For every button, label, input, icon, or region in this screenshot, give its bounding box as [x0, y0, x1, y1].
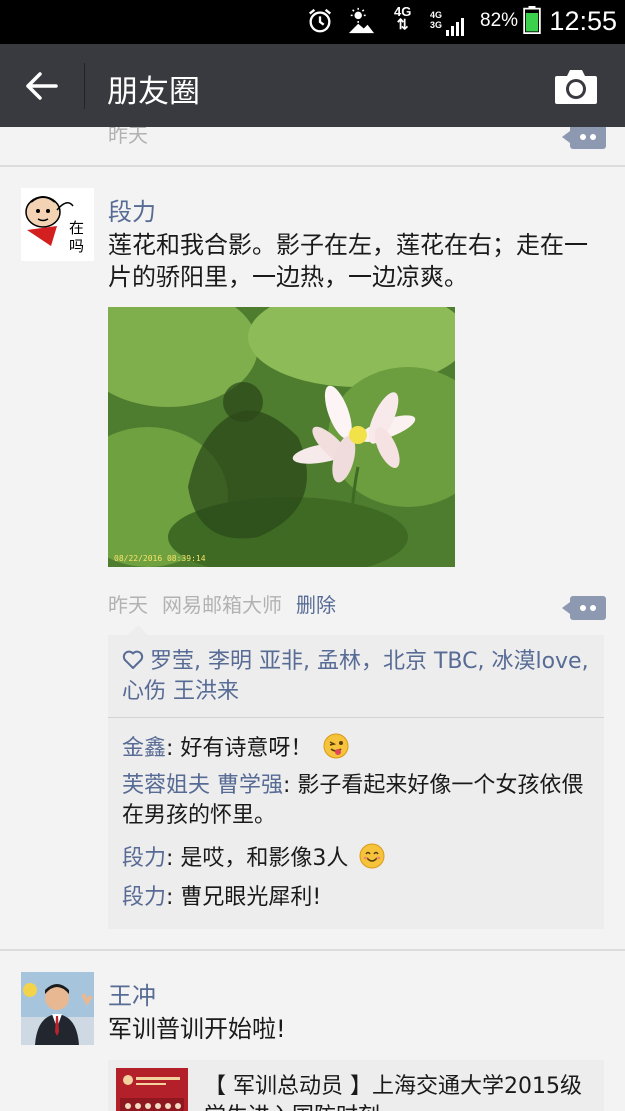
author-name[interactable]: 段力: [108, 192, 156, 227]
top-navigation-bar: 朋友圈: [0, 44, 625, 127]
post-separator: [0, 949, 625, 951]
tongue-out-emoji-icon: [323, 733, 349, 759]
comment-button[interactable]: [562, 596, 606, 620]
link-thumbnail-image: [116, 1068, 188, 1111]
shared-link-card[interactable]: 【 军训总动员 】上海交通大学2015级学生进入国防时刻: [108, 1060, 604, 1111]
camera-icon[interactable]: [553, 66, 599, 106]
commenter-name[interactable]: 金鑫: [122, 736, 166, 761]
battery-percent: 82%: [480, 10, 519, 31]
comment-item[interactable]: 金鑫: 好有诗意呀！: [122, 733, 592, 764]
post-time: 昨天: [108, 593, 148, 617]
smile-emoji-icon: [359, 843, 385, 869]
post-text: 军训普训开始啦!: [108, 1015, 286, 1043]
likes-list: 罗莹, 李明 亚非, 孟林，北京 TBC, 冰漠love, 心伤 王洪来: [122, 647, 592, 707]
svg-text:吗: 吗: [69, 237, 84, 255]
weather-icon: [348, 7, 375, 34]
status-bar: 4G ⇅ 4G 3G 82% 12:55: [0, 0, 625, 44]
commenter-name[interactable]: 段力: [122, 885, 166, 910]
comment-text: : 曹兄眼光犀利!: [166, 885, 322, 910]
avatar[interactable]: [21, 972, 94, 1045]
comment-item[interactable]: 芙蓉姐夫 曹学强: 影子看起来好像一个女孩依偎在男孩的怀里。: [122, 771, 592, 831]
link-title: 【 军训总动员 】上海交通大学2015级学生进入国防时刻: [204, 1074, 582, 1111]
heart-icon: [122, 650, 144, 669]
likes-names[interactable]: 罗莹, 李明 亚非, 孟林，北京 TBC, 冰漠love, 心伤 王洪来: [122, 649, 589, 704]
comment-item[interactable]: 段力: 是哎，和影像3人: [122, 843, 592, 874]
comment-text: : 是哎，和影像3人: [166, 846, 349, 871]
nav-divider: [84, 63, 85, 109]
comment-text: : 好有诗意呀！: [166, 736, 313, 761]
author-name[interactable]: 王冲: [108, 976, 156, 1011]
comment-button[interactable]: [562, 127, 606, 149]
alarm-clock-icon: [309, 8, 331, 33]
post-meta: 昨天 网易邮箱大师 删除: [108, 589, 336, 618]
data-arrows-icon: ⇅: [396, 16, 409, 32]
back-arrow-icon[interactable]: [22, 66, 62, 106]
signal-icon: [446, 18, 464, 36]
post-photo[interactable]: 08/22/2016 08:39:14: [108, 307, 455, 567]
previous-post-time: 昨天: [108, 127, 148, 147]
moments-feed[interactable]: 昨天 在 吗 段力 莲花和我合影。影子在左，莲花在右；走在一片的骄阳里，一边热，…: [0, 127, 625, 1111]
post-text: 莲花和我合影。影子在左，莲花在右；走在一片的骄阳里，一边热，一边凉爽。: [108, 231, 588, 291]
link-thumbnail: [116, 1068, 188, 1111]
network-4g-indicator: 4G ⇅: [394, 4, 412, 32]
avatar[interactable]: 在 吗: [21, 188, 94, 261]
commenter-name[interactable]: 段力: [122, 846, 166, 871]
battery-icon: [523, 6, 541, 34]
box-arrow: [128, 625, 148, 635]
delete-link[interactable]: 删除: [296, 593, 336, 617]
comment-item[interactable]: 段力: 曹兄眼光犀利!: [122, 883, 592, 913]
post-separator: [0, 165, 625, 167]
commenter-name[interactable]: 芙蓉姐夫 曹学强: [122, 773, 283, 798]
likes-comments-divider: [108, 717, 604, 718]
cartoon-face-icon: 在 吗: [21, 188, 94, 261]
post-source: 网易邮箱大师: [162, 593, 282, 617]
clock: 12:55: [549, 6, 617, 36]
person-photo-icon: [21, 972, 94, 1045]
network-dual-indicator: 4G 3G: [430, 10, 443, 30]
page-title: 朋友圈: [107, 74, 200, 110]
svg-text:在: 在: [69, 219, 84, 237]
lotus-photo-image: [108, 307, 455, 567]
photo-date-stamp: 08/22/2016 08:39:14: [114, 554, 206, 563]
likes-comments-box: 罗莹, 李明 亚非, 孟林，北京 TBC, 冰漠love, 心伤 王洪来 金鑫:…: [108, 625, 604, 929]
